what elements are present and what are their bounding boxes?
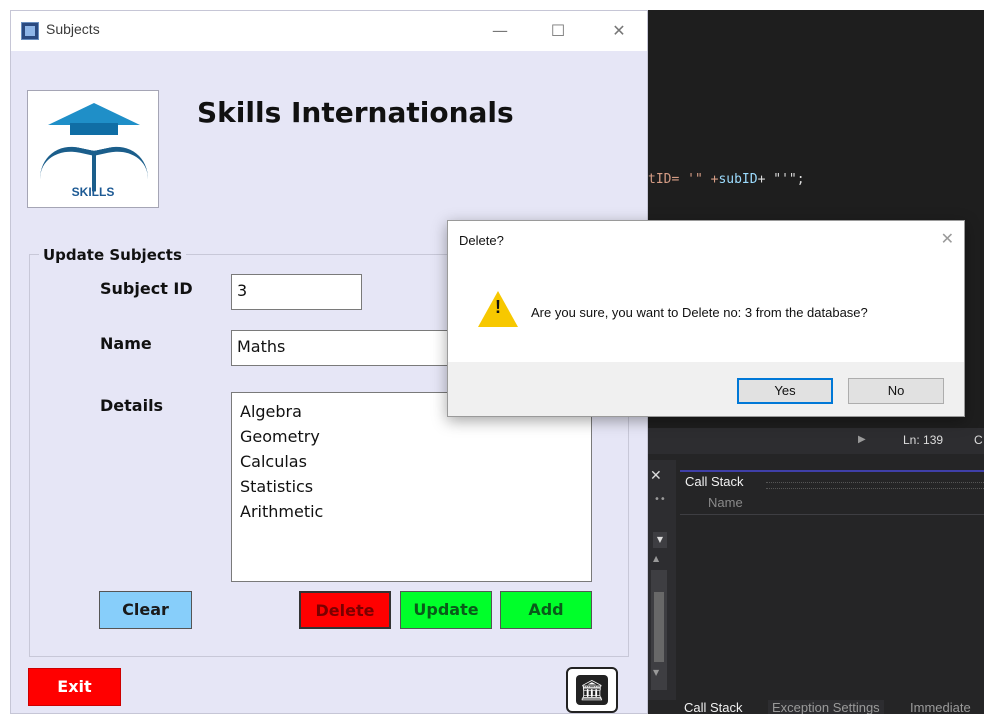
column-number: C — [974, 433, 983, 447]
call-stack-title: Call Stack — [685, 474, 744, 489]
home-bank-button[interactable]: 🏛 — [566, 667, 618, 713]
call-stack-header: Call Stack — [680, 470, 984, 494]
app-icon — [21, 22, 39, 40]
close-window-button[interactable]: ✕ — [596, 19, 642, 43]
exit-button[interactable]: Exit — [28, 668, 121, 706]
title-bar[interactable]: Subjects — ☐ ✕ — [11, 11, 647, 51]
no-button[interactable]: No — [848, 378, 944, 404]
scroll-up-icon[interactable]: ▲ — [653, 554, 659, 563]
ide-status-bar: ▶ Ln: 139 C — [648, 428, 984, 454]
skills-logo: SKILLS — [27, 90, 159, 208]
code-line: tID= '" +subID+ "'"; — [648, 172, 805, 187]
panel-grip[interactable] — [766, 482, 984, 489]
debug-tabs: Call Stack Exception Settings Immediate — [680, 696, 984, 714]
add-button[interactable]: Add — [500, 591, 592, 629]
tab-exception-settings[interactable]: Exception Settings — [768, 700, 884, 714]
group-title: Update Subjects — [39, 246, 186, 264]
name-label: Name — [100, 334, 152, 353]
debug-panel: ✕ •• ▼ ▲ ▼ Call Stack Name Call Stack Ex… — [648, 454, 984, 714]
dialog-close-icon[interactable]: ✕ — [941, 229, 954, 249]
details-textarea[interactable]: Algebra Geometry Calculas Statistics Ari… — [231, 392, 592, 582]
close-icon[interactable]: ✕ — [650, 468, 662, 484]
details-line: Arithmetic — [240, 502, 324, 521]
page-title: Skills Internationals — [197, 96, 514, 129]
code-variable: subID — [718, 172, 758, 187]
logo-text: SKILLS — [71, 185, 115, 199]
dialog-title: Delete? — [459, 233, 504, 248]
call-stack-column-header[interactable]: Name — [680, 494, 984, 515]
left-tool-window: ✕ •• ▼ ▲ ▼ — [648, 460, 676, 700]
graduation-cap-base — [70, 123, 118, 135]
dialog-footer: Yes No — [448, 362, 964, 416]
play-arrow-icon[interactable]: ▶ — [858, 434, 866, 445]
name-column-label: Name — [708, 495, 743, 510]
bank-icon: 🏛 — [576, 675, 608, 705]
details-label: Details — [100, 396, 164, 415]
details-line: Geometry — [240, 427, 320, 446]
tab-immediate[interactable]: Immediate — [910, 700, 971, 714]
overflow-icon[interactable]: •• — [654, 494, 666, 505]
maximize-button[interactable]: ☐ — [535, 19, 581, 43]
subject-id-label: Subject ID — [100, 279, 193, 298]
scrollbar-thumb[interactable] — [654, 592, 664, 662]
dialog-message: Are you sure, you want to Delete no: 3 f… — [531, 305, 868, 320]
graduation-cap-icon — [48, 103, 140, 125]
code-prefix: tID= '" + — [648, 172, 719, 187]
details-line: Statistics — [240, 477, 314, 496]
window-title: Subjects — [46, 21, 100, 37]
tab-call-stack[interactable]: Call Stack — [680, 700, 747, 714]
delete-confirm-dialog: Delete? ✕ ! Are you sure, you want to De… — [447, 220, 965, 417]
code-suffix: + "'"; — [757, 172, 805, 187]
line-number: Ln: 139 — [903, 433, 944, 447]
dropdown-icon[interactable]: ▼ — [653, 532, 667, 548]
open-book-right — [94, 139, 148, 192]
clear-button[interactable]: Clear — [99, 591, 192, 629]
warning-mark: ! — [495, 297, 501, 317]
yes-button[interactable]: Yes — [737, 378, 833, 404]
minimize-button[interactable]: — — [477, 19, 523, 43]
details-line: Calculas — [240, 452, 307, 471]
open-book-left — [40, 139, 94, 192]
subject-id-field[interactable]: 3 — [231, 274, 362, 310]
update-button[interactable]: Update — [400, 591, 492, 629]
scroll-down-icon[interactable]: ▼ — [653, 668, 659, 677]
delete-button[interactable]: Delete — [299, 591, 391, 629]
